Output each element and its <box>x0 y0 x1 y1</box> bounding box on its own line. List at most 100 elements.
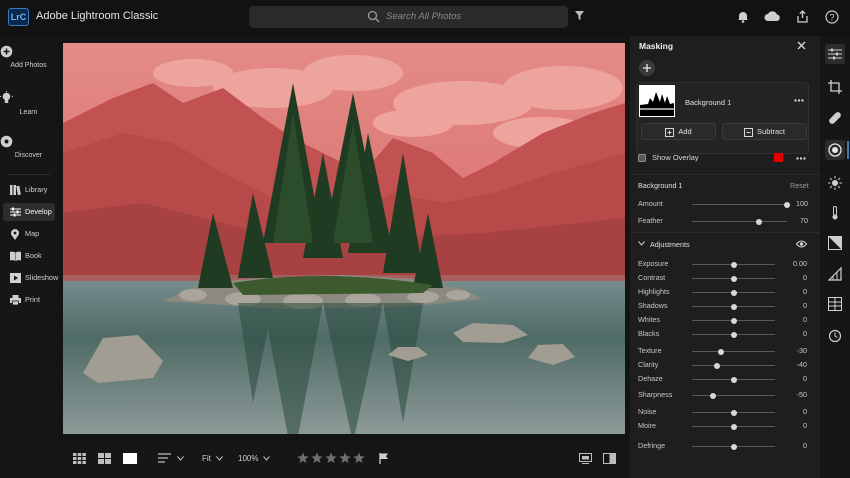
adj-exposure-slider-handle[interactable] <box>730 261 737 268</box>
learn-label: Learn <box>19 109 38 116</box>
help-icon[interactable]: ? <box>825 10 839 24</box>
single-view-icon[interactable] <box>123 453 137 464</box>
more-options-icon[interactable] <box>794 99 804 102</box>
bottom-toolbar: Fit 100% <box>57 440 630 478</box>
zoom-level[interactable]: 100% <box>238 454 258 463</box>
adj-blacks-value[interactable]: 0 <box>777 329 807 338</box>
mask-item-background-1[interactable]: Background 1 Add Subtract <box>636 82 809 154</box>
crop-tool[interactable] <box>825 77 845 97</box>
show-overlay-checkbox[interactable] <box>638 154 646 162</box>
adj-clarity-slider-handle[interactable] <box>713 362 720 369</box>
geometry-tool[interactable] <box>825 264 845 284</box>
app-title: Adobe Lightroom Classic <box>36 10 159 22</box>
bell-icon[interactable] <box>737 10 749 23</box>
add-photos-button[interactable]: Add Photos <box>0 45 57 69</box>
add-button[interactable]: Add <box>641 123 716 140</box>
amount-slider-track[interactable] <box>692 204 787 205</box>
module-develop[interactable]: Develop <box>3 203 55 221</box>
feather-slider-track[interactable] <box>692 221 787 222</box>
adj-dehaze-value[interactable]: 0 <box>777 374 807 383</box>
adj-shadows-slider-handle[interactable] <box>730 303 737 310</box>
adj-dehaze-slider-handle[interactable] <box>730 376 737 383</box>
masking-tool[interactable] <box>825 140 845 160</box>
color-grading-tool[interactable] <box>825 233 845 253</box>
adj-contrast-value[interactable]: 0 <box>777 273 807 282</box>
flag-icon[interactable] <box>379 453 389 464</box>
history-icon <box>828 329 842 343</box>
collapse-chevron-icon[interactable] <box>638 241 645 246</box>
adj-sharpness-label: Sharpness <box>638 390 673 399</box>
adj-noise-value[interactable]: 0 <box>777 407 807 416</box>
module-slideshow[interactable]: Slideshow <box>3 269 58 287</box>
overlay-color-swatch[interactable] <box>774 153 783 162</box>
show-overlay-label: Show Overlay <box>652 153 699 162</box>
adj-contrast-slider-handle[interactable] <box>730 275 737 282</box>
before-after-icon[interactable] <box>579 453 592 464</box>
module-library-label: Library <box>25 185 48 194</box>
module-library[interactable]: Library <box>3 181 55 199</box>
zoom-mode-chevron-down-icon[interactable] <box>216 456 223 461</box>
adj-highlights-slider-handle[interactable] <box>730 289 737 296</box>
presets-tool[interactable] <box>825 294 845 314</box>
adj-shadows-value[interactable]: 0 <box>777 301 807 310</box>
adj-clarity-value[interactable]: -40 <box>777 360 807 369</box>
cloud-icon[interactable] <box>764 10 781 22</box>
overlay-options-icon[interactable] <box>796 157 806 160</box>
healing-tool[interactable] <box>825 108 845 128</box>
feather-slider-handle[interactable] <box>755 218 762 225</box>
masking-icon <box>828 143 842 157</box>
adj-highlights-value[interactable]: 0 <box>777 287 807 296</box>
adj-exposure-value[interactable]: 0.00 <box>777 259 807 268</box>
search-box[interactable]: Search All Photos <box>249 6 568 28</box>
star-rating[interactable] <box>297 452 367 464</box>
reset-button[interactable]: Reset <box>790 181 809 190</box>
adj-defringe-slider-handle[interactable] <box>730 443 737 450</box>
amount-value[interactable]: 100 <box>778 199 808 208</box>
adj-texture-value[interactable]: -30 <box>777 346 807 355</box>
adj-whites-slider-handle[interactable] <box>730 317 737 324</box>
adj-noise-slider-handle[interactable] <box>730 409 737 416</box>
red-eye-tool[interactable] <box>825 173 845 193</box>
module-book[interactable]: Book <box>3 247 55 265</box>
feather-value[interactable]: 70 <box>778 216 808 225</box>
module-print-label: Print <box>25 295 41 304</box>
adj-moire-value[interactable]: 0 <box>777 421 807 430</box>
close-icon[interactable] <box>797 41 806 50</box>
filter-icon[interactable] <box>574 10 585 21</box>
sort-chevron-down-icon[interactable] <box>177 456 184 461</box>
adj-clarity-slider-track[interactable] <box>692 365 775 366</box>
share-icon[interactable] <box>796 10 809 23</box>
adj-blacks-slider-handle[interactable] <box>730 331 737 338</box>
adj-whites-value[interactable]: 0 <box>777 315 807 324</box>
adj-moire-label: Moire <box>638 421 656 430</box>
divider <box>8 174 50 175</box>
zoom-mode[interactable]: Fit <box>202 454 211 463</box>
discover-button[interactable]: Discover <box>0 135 57 159</box>
divider <box>630 174 820 175</box>
zoom-level-chevron-down-icon[interactable] <box>263 456 270 461</box>
module-print[interactable]: Print <box>3 291 55 309</box>
temperature-tool[interactable] <box>825 203 845 223</box>
history-tool[interactable] <box>825 326 845 346</box>
adj-defringe-value[interactable]: 0 <box>777 441 807 450</box>
adj-dehaze-label: Dehaze <box>638 374 663 383</box>
subtract-button[interactable]: Subtract <box>722 123 807 140</box>
learn-button[interactable]: Learn <box>0 91 57 116</box>
adj-sharpness-value[interactable]: -50 <box>777 390 807 399</box>
adj-texture-slider-track[interactable] <box>692 351 775 352</box>
edit-tool[interactable] <box>825 44 845 64</box>
subtract-label: Subtract <box>757 127 785 136</box>
adj-sharpness-slider-track[interactable] <box>692 395 775 396</box>
create-mask-button[interactable] <box>639 60 655 76</box>
adj-texture-slider-handle[interactable] <box>718 348 725 355</box>
sort-icon[interactable] <box>158 453 172 464</box>
split-view-icon[interactable] <box>603 453 616 464</box>
adj-sharpness-slider-handle[interactable] <box>709 392 716 399</box>
module-map[interactable]: Map <box>3 225 55 243</box>
adj-moire-slider-handle[interactable] <box>730 423 737 430</box>
grid-view-icon[interactable] <box>73 453 86 464</box>
eye-icon[interactable] <box>796 240 807 248</box>
square-grid-icon[interactable] <box>98 453 111 464</box>
photo-canvas[interactable] <box>63 43 625 434</box>
lightbulb-icon <box>0 91 57 105</box>
